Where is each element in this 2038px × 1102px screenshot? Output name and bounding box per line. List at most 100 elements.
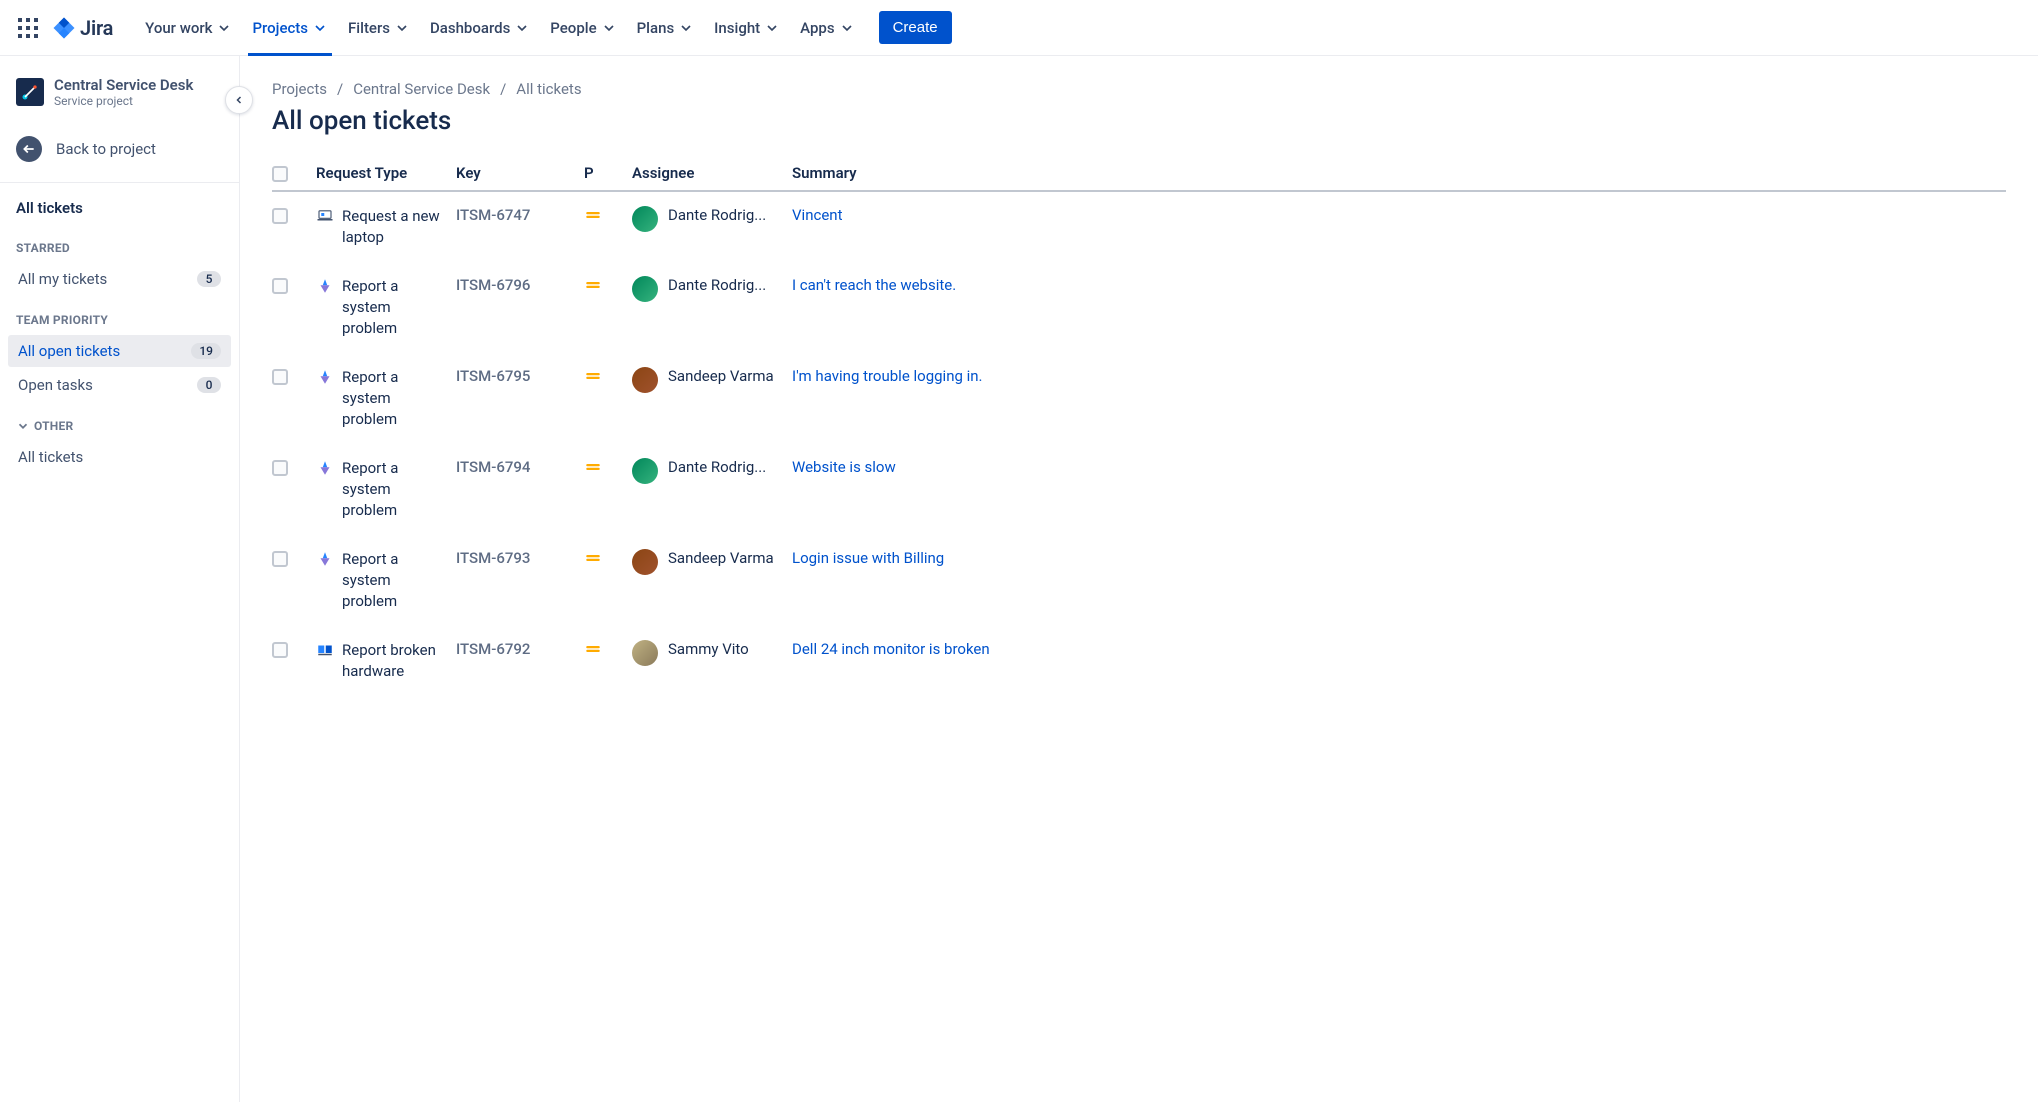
issue-key-link[interactable]: ITSM-6795 <box>456 367 530 385</box>
project-icon <box>16 78 44 106</box>
chevron-down-icon <box>839 20 855 36</box>
sidebar-group-starred: STARRED <box>8 225 231 261</box>
request-type-cell[interactable]: Report a system problem <box>316 549 444 612</box>
table-row: Report a system problem ITSM-6794 Dante Ro… <box>272 444 2006 535</box>
chevron-down-icon <box>678 20 694 36</box>
tickets-table: Request Type Key P Assignee Summary Requ… <box>272 164 2006 696</box>
nav-item-projects[interactable]: Projects <box>244 0 336 56</box>
count-badge: 19 <box>191 343 221 359</box>
select-all-checkbox[interactable] <box>272 166 288 182</box>
system-icon <box>316 550 334 568</box>
summary-link[interactable]: I can't reach the website. <box>792 276 956 294</box>
breadcrumb-item[interactable]: Central Service Desk <box>353 80 490 98</box>
row-checkbox[interactable] <box>272 208 288 224</box>
request-type-cell[interactable]: Report a system problem <box>316 458 444 521</box>
breadcrumb-item[interactable]: Projects <box>272 80 327 98</box>
sidebar-item-all-tickets[interactable]: All tickets <box>8 441 231 473</box>
system-icon <box>316 277 334 295</box>
nav-item-people[interactable]: People <box>542 0 624 56</box>
table-header: Request Type Key P Assignee Summary <box>272 164 2006 192</box>
summary-link[interactable]: I'm having trouble logging in. <box>792 367 983 385</box>
sidebar-item-label: Open tasks <box>18 376 93 394</box>
priority-medium-icon <box>584 371 602 389</box>
breadcrumb: Projects / Central Service Desk / All ti… <box>272 80 2006 98</box>
request-type-cell[interactable]: Report a system problem <box>316 367 444 430</box>
row-checkbox[interactable] <box>272 642 288 658</box>
sidebar-item-label: All my tickets <box>18 270 107 288</box>
back-label: Back to project <box>56 140 156 158</box>
assignee-name[interactable]: Dante Rodrig... <box>668 206 766 224</box>
assignee-name[interactable]: Sammy Vito <box>668 640 749 658</box>
request-type-cell[interactable]: Report a system problem <box>316 276 444 339</box>
chevron-down-icon <box>601 20 617 36</box>
chevron-down-icon <box>394 20 410 36</box>
page-title: All open tickets <box>272 106 2006 136</box>
summary-link[interactable]: Dell 24 inch monitor is broken <box>792 640 990 658</box>
sidebar-item-all-open-tickets[interactable]: All open tickets19 <box>8 335 231 367</box>
table-row: Report a system problem ITSM-6795 Sandeep … <box>272 353 2006 444</box>
sidebar-item-open-tasks[interactable]: Open tasks 0 <box>8 369 231 401</box>
avatar <box>632 640 658 666</box>
row-checkbox[interactable] <box>272 278 288 294</box>
nav-item-apps[interactable]: Apps <box>792 0 862 56</box>
avatar <box>632 458 658 484</box>
assignee-name[interactable]: Dante Rodrig... <box>668 276 766 294</box>
collapse-sidebar-button[interactable] <box>225 86 253 114</box>
arrow-left-icon <box>16 136 42 162</box>
issue-key-link[interactable]: ITSM-6796 <box>456 276 530 294</box>
chevron-down-icon <box>216 20 232 36</box>
chevron-down-icon <box>764 20 780 36</box>
system-icon <box>316 459 334 477</box>
count-badge: 0 <box>197 377 221 393</box>
project-header: Central Service Desk Service project <box>8 76 231 128</box>
sidebar-heading: All tickets <box>8 191 231 225</box>
summary-link[interactable]: Login issue with Billing <box>792 549 944 567</box>
assignee-name[interactable]: Dante Rodrig... <box>668 458 766 476</box>
sidebar-item-all-my-tickets[interactable]: All my tickets 5 <box>8 263 231 295</box>
nav-item-insight[interactable]: Insight <box>706 0 788 56</box>
priority-medium-icon <box>584 210 602 228</box>
sidebar: Central Service Desk Service project Bac… <box>0 56 240 1102</box>
nav-item-filters[interactable]: Filters <box>340 0 418 56</box>
jira-logo[interactable]: Jira <box>52 16 113 40</box>
table-row: Report a system problem ITSM-6793 Sandeep … <box>272 535 2006 626</box>
col-key[interactable]: Key <box>456 164 584 182</box>
summary-link[interactable]: Website is slow <box>792 458 896 476</box>
table-row: Report broken hardware ITSM-6792 Sammy Vit… <box>272 626 2006 696</box>
sidebar-group-other[interactable]: OTHER <box>8 403 231 439</box>
row-checkbox[interactable] <box>272 369 288 385</box>
create-button[interactable]: Create <box>879 11 952 44</box>
priority-medium-icon <box>584 644 602 662</box>
summary-link[interactable]: Vincent <box>792 206 842 224</box>
assignee-name[interactable]: Sandeep Varma <box>668 367 774 385</box>
table-row: Report a system problem ITSM-6796 Dante Ro… <box>272 262 2006 353</box>
app-switcher-icon[interactable] <box>12 12 44 44</box>
nav-item-your-work[interactable]: Your work <box>137 0 240 56</box>
count-badge: 5 <box>197 271 221 287</box>
issue-key-link[interactable]: ITSM-6793 <box>456 549 530 567</box>
avatar <box>632 367 658 393</box>
issue-key-link[interactable]: ITSM-6747 <box>456 206 530 224</box>
issue-key-link[interactable]: ITSM-6792 <box>456 640 530 658</box>
laptop-icon <box>316 207 334 225</box>
hardware-icon <box>316 641 334 659</box>
assignee-name[interactable]: Sandeep Varma <box>668 549 774 567</box>
nav-item-plans[interactable]: Plans <box>629 0 703 56</box>
back-to-project-link[interactable]: Back to project <box>8 128 231 170</box>
breadcrumb-item[interactable]: All tickets <box>516 80 581 98</box>
issue-key-link[interactable]: ITSM-6794 <box>456 458 530 476</box>
nav-item-dashboards[interactable]: Dashboards <box>422 0 538 56</box>
sidebar-item-label: All tickets <box>18 448 83 466</box>
request-type-cell[interactable]: Report broken hardware <box>316 640 444 682</box>
main-content: Projects / Central Service Desk / All ti… <box>240 56 2038 1102</box>
col-priority[interactable]: P <box>584 164 632 182</box>
sidebar-group-team-priority: TEAM PRIORITY <box>8 297 231 333</box>
col-summary[interactable]: Summary <box>792 164 2006 182</box>
row-checkbox[interactable] <box>272 551 288 567</box>
nav-items: Your workProjectsFiltersDashboardsPeople… <box>137 0 862 56</box>
request-type-cell[interactable]: Request a new laptop <box>316 206 444 248</box>
col-assignee[interactable]: Assignee <box>632 164 792 182</box>
col-request-type[interactable]: Request Type <box>316 164 456 182</box>
row-checkbox[interactable] <box>272 460 288 476</box>
project-name: Central Service Desk <box>54 76 193 94</box>
